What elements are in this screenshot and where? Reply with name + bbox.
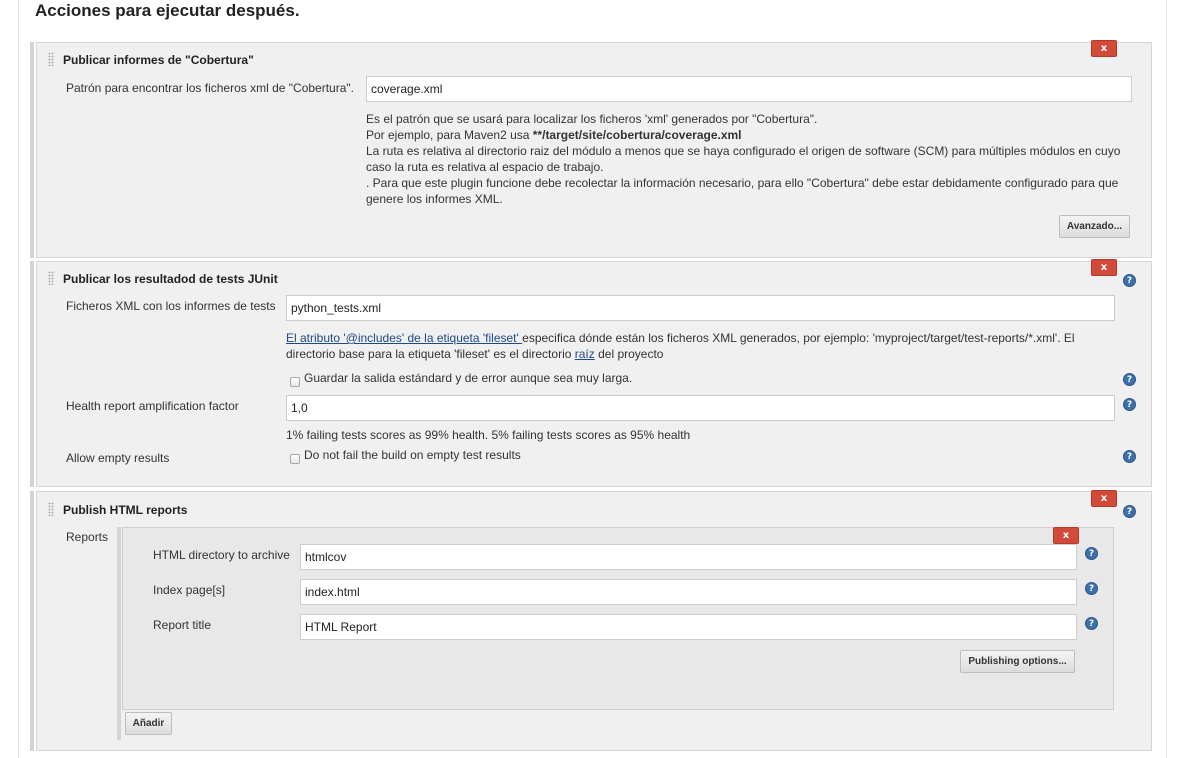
drag-handle-icon[interactable]: [48, 502, 54, 516]
delete-report-button[interactable]: x: [1053, 527, 1079, 544]
help-example-path: **/target/site/cobertura/coverage.xml: [532, 128, 742, 142]
junit-help-tail: del proyecto: [594, 347, 664, 361]
drag-handle-icon[interactable]: [48, 52, 54, 66]
add-report-button[interactable]: Añadir: [125, 712, 172, 735]
section-rail: [30, 42, 34, 258]
allow-empty-checkbox-label: Do not fail the build on empty test resu…: [304, 448, 521, 462]
index-pages-input[interactable]: index.html: [300, 579, 1077, 605]
keep-output-label: Guardar la salida estándard y de error a…: [304, 371, 633, 385]
publishing-options-button[interactable]: Publishing options...: [960, 650, 1075, 673]
root-dir-link[interactable]: raíz: [575, 347, 595, 361]
html-dir-label: HTML directory to archive: [153, 548, 290, 562]
help-icon[interactable]: ?: [1123, 398, 1136, 411]
help-icon[interactable]: ?: [1123, 505, 1136, 518]
report-rail: [117, 527, 121, 740]
help-icon[interactable]: ?: [1085, 582, 1098, 595]
cobertura-help-text: Es el patrón que se usará para localizar…: [366, 111, 1126, 207]
junit-files-label: Ficheros XML con los informes de tests: [66, 299, 276, 313]
cobertura-pattern-label: Patrón para encontrar los ficheros xml d…: [66, 81, 354, 95]
help-line: Por ejemplo, para Maven2 usa **/target/s…: [366, 127, 1126, 143]
amplification-help: 1% failing tests scores as 99% health. 5…: [286, 428, 691, 442]
keep-output-checkbox[interactable]: [290, 377, 300, 387]
delete-junit-button[interactable]: x: [1091, 259, 1117, 276]
advanced-button[interactable]: Avanzado...: [1059, 215, 1130, 238]
help-icon[interactable]: ?: [1085, 547, 1098, 560]
allow-empty-label: Allow empty results: [66, 451, 170, 465]
html-dir-input[interactable]: htmlcov: [300, 544, 1077, 570]
help-icon[interactable]: ?: [1123, 274, 1136, 287]
help-line-prefix: Por ejemplo, para Maven2 usa: [366, 128, 533, 142]
help-line: La ruta es relativa al directorio raiz d…: [366, 144, 1121, 174]
junit-section-title: Publicar los resultadod de tests JUnit: [63, 272, 278, 286]
delete-html-reports-button[interactable]: x: [1091, 490, 1117, 507]
amplification-input[interactable]: 1,0: [286, 395, 1115, 421]
report-title-label: Report title: [153, 618, 212, 632]
junit-help-text: El atributo '@includes' de la etiqueta '…: [286, 330, 1106, 362]
help-icon[interactable]: ?: [1123, 450, 1136, 463]
html-reports-section-title: Publish HTML reports: [63, 503, 188, 517]
amplification-label: Health report amplification factor: [66, 399, 239, 413]
help-icon[interactable]: ?: [1123, 373, 1136, 386]
page-title: Acciones para ejecutar después.: [35, 1, 300, 20]
delete-cobertura-button[interactable]: x: [1091, 40, 1117, 57]
reports-label: Reports: [66, 530, 109, 544]
cobertura-section-title: Publicar informes de "Cobertura": [63, 53, 254, 67]
help-line: . Para que este plugin funcione debe rec…: [366, 176, 1119, 206]
cobertura-pattern-input[interactable]: coverage.xml: [366, 76, 1132, 102]
section-rail: [30, 491, 34, 751]
junit-files-input[interactable]: python_tests.xml: [286, 295, 1115, 321]
fileset-includes-link[interactable]: El atributo '@includes' de la etiqueta '…: [286, 331, 522, 345]
help-icon[interactable]: ?: [1085, 617, 1098, 630]
help-line: Es el patrón que se usará para localizar…: [366, 112, 818, 126]
index-pages-label: Index page[s]: [153, 583, 226, 597]
drag-handle-icon[interactable]: [48, 271, 54, 285]
allow-empty-checkbox[interactable]: [290, 454, 300, 464]
report-title-input[interactable]: HTML Report: [300, 614, 1077, 640]
section-rail: [30, 261, 34, 487]
